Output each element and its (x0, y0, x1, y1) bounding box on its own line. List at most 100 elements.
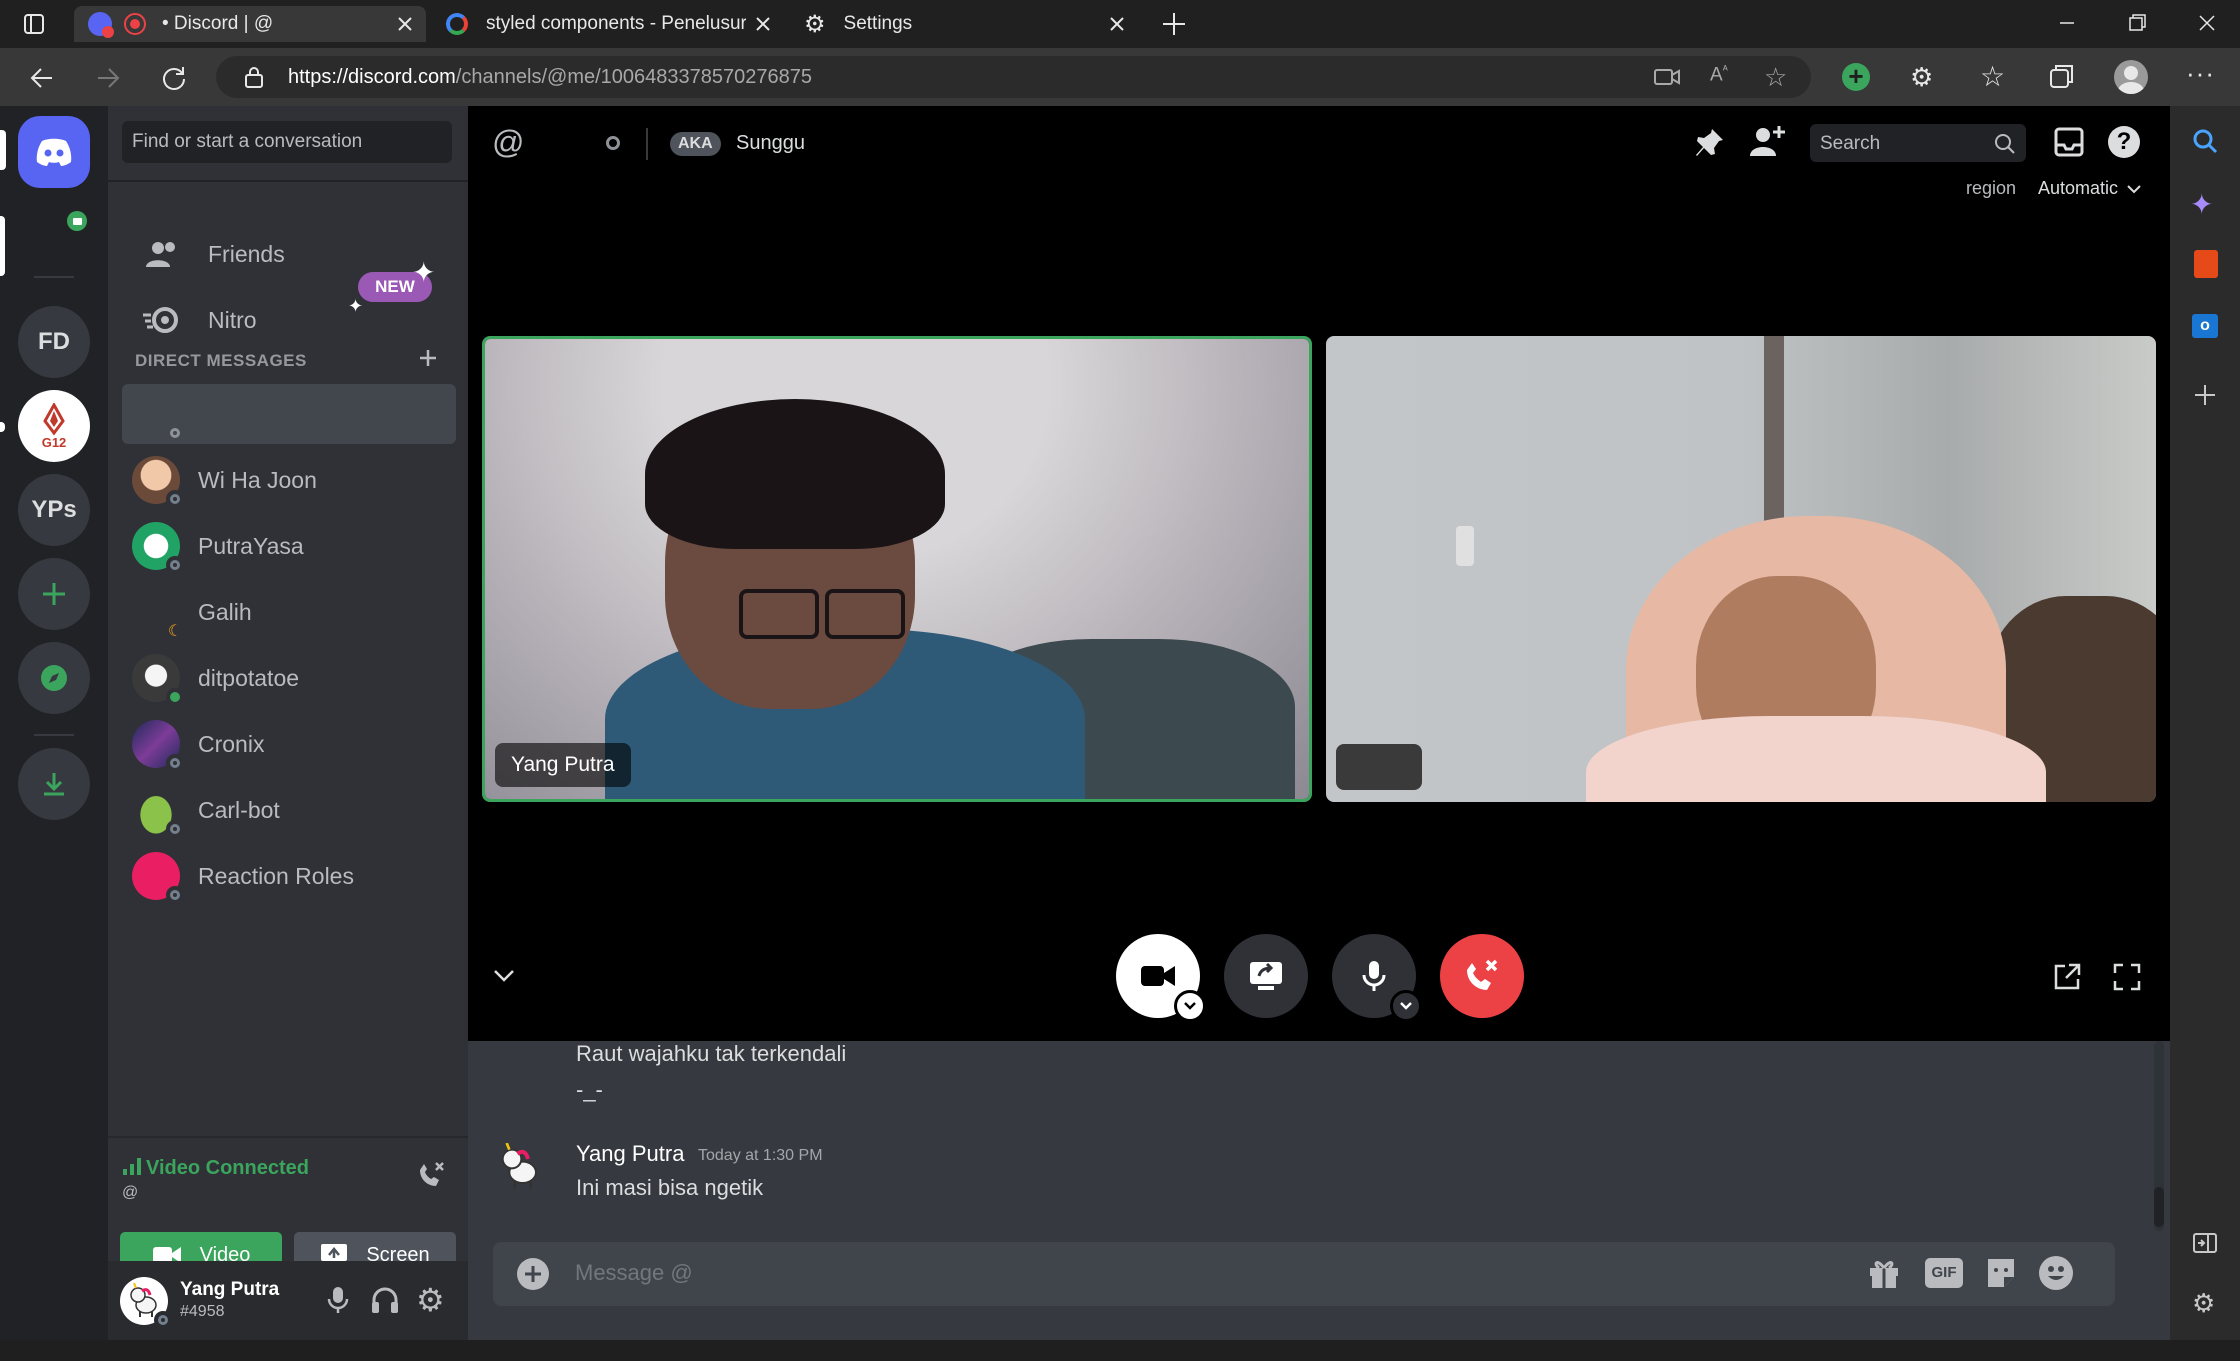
dm-item-ditpotatoe[interactable]: ditpotatoe (122, 648, 456, 708)
back-icon[interactable] (28, 64, 56, 92)
disconnect-icon[interactable] (416, 1160, 446, 1188)
tab-google-search[interactable]: styled components - Penelusuran (436, 6, 784, 42)
lock-icon[interactable] (244, 66, 264, 88)
tab-settings[interactable]: ⚙ Settings (792, 6, 1138, 42)
help-icon[interactable]: ? (2108, 126, 2140, 158)
minimize-icon[interactable] (2056, 12, 2078, 34)
collapse-chevron-icon[interactable] (492, 968, 516, 984)
inbox-icon[interactable] (2054, 126, 2084, 158)
dm-item-wi-ha-joon[interactable]: Wi Ha Joon (122, 450, 456, 510)
chevron-down-icon (2127, 184, 2141, 193)
gif-button[interactable]: GIF (1925, 1258, 1963, 1288)
region-select[interactable]: Automatic (2038, 178, 2142, 199)
tab-actions-icon[interactable] (22, 12, 46, 36)
office-icon[interactable] (2194, 250, 2218, 278)
pop-out-icon[interactable] (2052, 962, 2082, 992)
scrollbar-thumb[interactable] (2154, 1187, 2164, 1227)
explore-servers-button[interactable] (18, 642, 90, 714)
dm-item-reaction-roles[interactable]: Reaction Roles (122, 846, 456, 906)
outlook-icon[interactable]: o (2192, 314, 2218, 338)
message-composer[interactable]: Message @ GIF (493, 1242, 2115, 1306)
browser-address-bar: https://discord.com/channels/@me/1006483… (0, 48, 2240, 106)
close-tab-icon[interactable] (1106, 13, 1128, 35)
hide-sidebar-icon[interactable] (2192, 1230, 2218, 1256)
server-sidebar: FD G12 YPs (0, 106, 108, 1340)
find-conversation-button[interactable]: Find or start a conversation (122, 121, 452, 163)
nitro-label: Nitro (208, 306, 257, 333)
discord-home-button[interactable] (18, 116, 90, 188)
dm-item-carl-bot[interactable]: Carl-bot (122, 780, 456, 840)
microphone-icon (1362, 961, 1386, 991)
toggle-camera-button[interactable] (1116, 934, 1206, 1022)
add-favorite-icon[interactable]: ☆ (1764, 62, 1787, 93)
mic-options-icon[interactable] (1390, 990, 1422, 1022)
profile-avatar[interactable] (2114, 60, 2148, 94)
sticker-icon[interactable] (1985, 1256, 2017, 1290)
discord-logo-icon (36, 138, 72, 166)
message-line: -_- (576, 1077, 603, 1102)
dm-name: Reaction Roles (198, 862, 354, 889)
copilot-sparkle-icon[interactable]: ✦ (2190, 188, 2213, 221)
favorites-icon[interactable]: ☆ (1980, 60, 2005, 93)
video-tile-self[interactable]: Yang Putra (482, 336, 1312, 802)
gift-icon[interactable] (1867, 1256, 1901, 1290)
user-settings-gear-icon[interactable]: ⚙ (416, 1281, 445, 1319)
participant-name-badge (1336, 744, 1422, 790)
video-active-icon (64, 208, 90, 234)
camera-permission-icon[interactable] (1654, 66, 1680, 88)
more-options-icon[interactable]: ··· (2186, 58, 2215, 89)
fullscreen-icon[interactable] (2112, 962, 2142, 992)
pin-icon[interactable] (1692, 126, 1726, 160)
refresh-icon[interactable] (160, 64, 188, 92)
server-g12[interactable]: G12 (18, 390, 90, 462)
search-icon[interactable] (2192, 128, 2218, 154)
url-field[interactable]: https://discord.com/channels/@me/1006483… (216, 56, 1811, 98)
compass-icon (41, 665, 67, 691)
server-yps[interactable]: YPs (18, 474, 90, 546)
new-tab-icon[interactable] (1160, 10, 1188, 38)
camera-options-icon[interactable] (1174, 990, 1206, 1022)
close-tab-icon[interactable] (752, 13, 774, 35)
message-author-avatar[interactable] (496, 1143, 546, 1193)
download-apps-button[interactable] (18, 748, 90, 820)
sidebar-settings-gear-icon[interactable]: ⚙ (2192, 1288, 2215, 1319)
region-label: region (1966, 178, 2017, 198)
scrollbar-track[interactable] (2154, 1041, 2164, 1231)
restore-icon[interactable] (2126, 12, 2148, 34)
voice-status: Video Connected (122, 1156, 309, 1180)
headphones-icon[interactable] (370, 1285, 400, 1315)
attach-plus-icon[interactable] (517, 1258, 549, 1290)
message-author[interactable]: Yang Putra (576, 1141, 684, 1167)
read-aloud-icon[interactable]: Aᴬ (1710, 64, 1728, 86)
signal-icon (123, 1158, 141, 1175)
extensions-icon[interactable]: ⚙ (1910, 62, 1933, 93)
create-dm-icon[interactable] (416, 346, 440, 370)
call-search-input[interactable]: Search (1810, 124, 2026, 162)
add-sidebar-app-icon[interactable] (2192, 382, 2218, 408)
dm-item-cronix[interactable]: Cronix (122, 714, 456, 774)
add-server-button[interactable] (18, 558, 90, 630)
close-window-icon[interactable] (2196, 12, 2218, 34)
user-avatar[interactable] (120, 1277, 172, 1329)
collections-icon[interactable] (2048, 62, 2076, 90)
leave-call-button[interactable] (1440, 934, 1524, 1018)
dm-item-putrayasa[interactable]: PutraYasa (122, 516, 456, 576)
forward-icon[interactable] (94, 64, 122, 92)
toggle-mic-button[interactable] (1332, 934, 1422, 1022)
message-input[interactable]: Message @ (575, 1260, 693, 1286)
close-tab-icon[interactable] (394, 13, 416, 35)
video-tile-remote[interactable] (1326, 336, 2156, 802)
emoji-picker-icon[interactable] (2039, 1256, 2073, 1290)
server-fd[interactable]: FD (18, 306, 90, 378)
aka-name: Sunggu (736, 132, 805, 154)
tab-discord[interactable]: • Discord | @ (74, 6, 426, 42)
microphone-icon[interactable] (326, 1285, 350, 1315)
dm-item-selected[interactable] (122, 384, 456, 444)
extension-plus-icon[interactable]: + (1842, 63, 1870, 91)
server-label: YPs (31, 496, 77, 523)
dm-item-galih[interactable]: ☾ Galih (122, 582, 456, 642)
avatar: ☾ (132, 588, 182, 640)
share-screen-button[interactable] (1224, 934, 1308, 1018)
add-friend-icon[interactable] (1750, 124, 1786, 158)
plus-icon (43, 583, 65, 605)
